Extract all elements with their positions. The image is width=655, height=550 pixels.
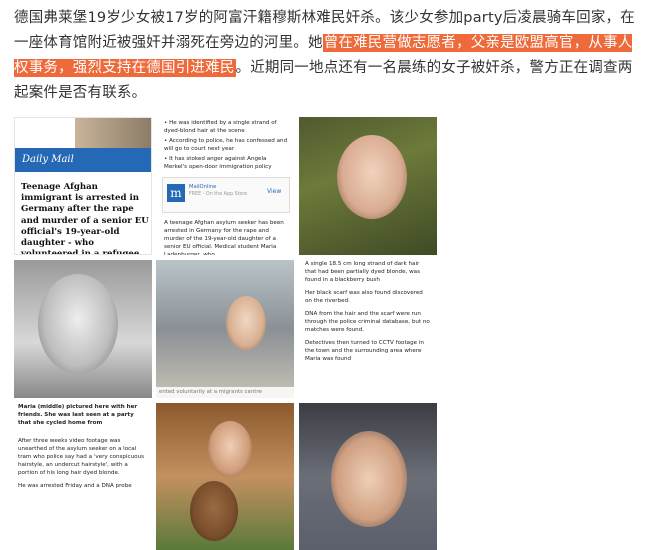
app-store-card: m MailOnline FREE - On the App Store Vie…	[162, 177, 290, 213]
photo-caption: ented voluntarily at a migrants centre	[156, 387, 294, 398]
portrait-photo	[337, 135, 407, 219]
photo-caption: Maria (middle) pictured here with her fr…	[18, 404, 138, 426]
article-paragraph: Detectives then turned to CCTV footage i…	[305, 340, 424, 362]
app-card-title: MailOnline	[189, 184, 217, 190]
article-headline: Teenage Afghan immigrant is arrested in …	[21, 182, 149, 255]
image-tile-6[interactable]: A single 18.5 cm long strand of dark hai…	[299, 260, 437, 398]
image-grid: Daily Mail Teenage Afghan immigrant is a…	[14, 117, 438, 550]
article-paragraph: DNA from the hair and the scarf were run…	[305, 311, 430, 333]
article-paragraph: A teenage Afghan asylum seeker has been …	[164, 220, 284, 255]
bullet-item: • According to police, he has confessed …	[164, 138, 288, 152]
image-tile-2[interactable]: • He was identified by a single strand o…	[156, 117, 294, 255]
bullet-list: • He was identified by a single strand o…	[164, 119, 290, 173]
image-tile-5[interactable]: ented voluntarily at a migrants centre	[156, 260, 294, 398]
portrait-photo	[190, 481, 238, 541]
portrait-photo	[208, 421, 252, 477]
article-paragraph: A single 18.5 cm long strand of dark hai…	[305, 261, 421, 283]
mailonline-icon: m	[167, 184, 185, 202]
bullet-item: • It has stoked anger against Angela Mer…	[164, 156, 272, 170]
post-text: 德国弗莱堡19岁少女被17岁的阿富汗籍穆斯林难民奸杀。该少女参加party后凌晨…	[14, 6, 644, 106]
image-tile-1[interactable]: Daily Mail Teenage Afghan immigrant is a…	[14, 117, 152, 255]
article-paragraph: Her black scarf was also found discovere…	[305, 290, 423, 304]
thumbnail-photo	[75, 118, 151, 148]
portrait-photo	[331, 431, 407, 527]
image-tile-3[interactable]	[299, 117, 437, 255]
portrait-photo	[226, 296, 266, 350]
article-paragraphs: After three weeks video footage was unea…	[18, 437, 148, 490]
image-tile-9[interactable]	[299, 403, 437, 550]
image-tile-4[interactable]	[14, 260, 152, 398]
daily-mail-logo: Daily Mail	[22, 154, 74, 165]
app-card-view-link[interactable]: View	[267, 188, 281, 195]
bullet-item: • He was identified by a single strand o…	[164, 120, 277, 134]
article-paragraphs: A single 18.5 cm long strand of dark hai…	[305, 260, 431, 368]
app-card-subtitle: FREE - On the App Store	[189, 192, 248, 197]
portrait-photo	[38, 274, 118, 374]
image-tile-8[interactable]	[156, 403, 294, 550]
article-paragraph: After three weeks video footage was unea…	[18, 438, 145, 476]
image-tile-7[interactable]: Maria (middle) pictured here with her fr…	[14, 403, 152, 550]
article-paragraph: He was arrested Friday and a DNA probe	[18, 483, 132, 489]
